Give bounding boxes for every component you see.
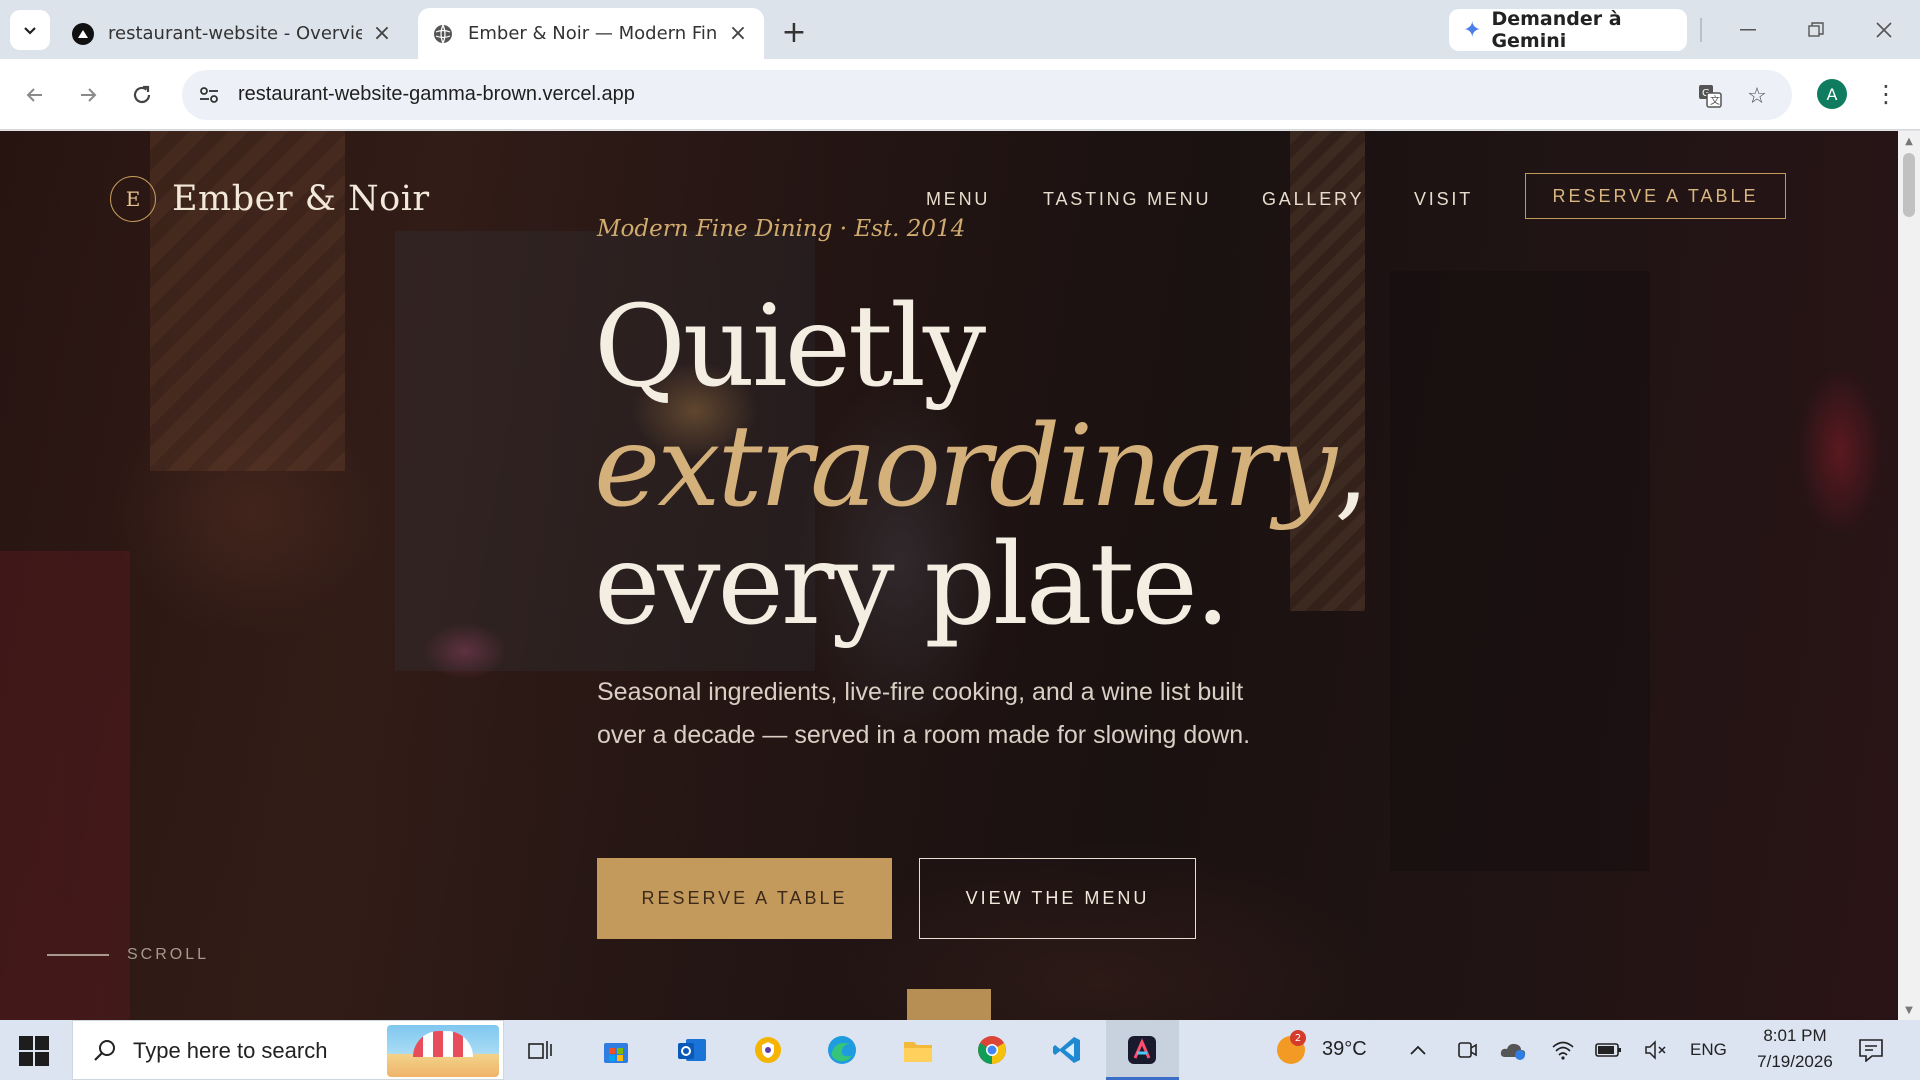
clock-date[interactable]: 7/19/2026 — [1745, 1052, 1845, 1072]
gemini-sparkle-icon: ✦ — [1463, 17, 1482, 43]
divider — [1700, 18, 1702, 42]
tab-search-button[interactable] — [10, 10, 50, 50]
globe-icon — [432, 23, 454, 45]
file-explorer-icon[interactable] — [898, 1030, 938, 1070]
brand-monogram: E — [110, 176, 156, 222]
page-scrollbar[interactable]: ▲ ▼ — [1898, 131, 1920, 1020]
reload-icon[interactable] — [122, 75, 162, 115]
microsoft-store-icon[interactable] — [596, 1030, 636, 1070]
nav-link-visit[interactable]: VISIT — [1414, 189, 1473, 210]
scroll-label: SCROLL — [127, 946, 210, 963]
nav-reserve-button[interactable]: RESERVE A TABLE — [1525, 173, 1786, 219]
beach-umbrella-illustration — [387, 1025, 499, 1077]
windows-start-icon[interactable] — [14, 1034, 54, 1068]
back-arrow-icon[interactable] — [15, 75, 55, 115]
nav-link-gallery[interactable]: GALLERY — [1262, 189, 1364, 210]
edge-icon[interactable] — [822, 1030, 862, 1070]
svg-text:文: 文 — [1710, 94, 1720, 107]
restore-icon[interactable] — [1794, 10, 1838, 50]
nav-link-menu[interactable]: MENU — [926, 189, 990, 210]
task-view-icon[interactable] — [520, 1030, 560, 1070]
url-text: restaurant-website-gamma-brown.vercel.ap… — [238, 83, 635, 105]
scroll-indicator: SCROLL — [47, 946, 209, 964]
vercel-icon — [72, 22, 94, 45]
hero-description: Seasonal ingredients, live-fire cooking,… — [597, 678, 1251, 749]
battery-icon[interactable] — [1589, 1030, 1629, 1070]
wifi-icon[interactable] — [1543, 1030, 1583, 1070]
headline-accent-word: extraordinary — [594, 402, 1337, 532]
speaker-muted-icon[interactable] — [1636, 1030, 1676, 1070]
clock-time[interactable]: 8:01 PM — [1755, 1026, 1835, 1046]
brand-name: Ember & Noir — [172, 179, 430, 219]
browser-toolbar: restaurant-website-gamma-brown.vercel.ap… — [0, 59, 1920, 130]
scroll-up-icon[interactable]: ▲ — [1903, 135, 1915, 147]
next-section-peek — [907, 989, 991, 1020]
browser-menu-icon[interactable]: ⋮ — [1872, 77, 1900, 111]
headline-comma: , — [1333, 402, 1370, 532]
tab-ember-noir[interactable]: Ember & Noir — Modern Fine D × — [418, 8, 764, 59]
profile-avatar[interactable]: A — [1817, 79, 1847, 109]
onedrive-icon[interactable] — [1493, 1030, 1533, 1070]
gemini-button[interactable]: ✦ Demander à Gemini — [1449, 8, 1687, 52]
translate-icon[interactable]: G文 — [1696, 82, 1724, 110]
minimize-icon[interactable] — [1726, 10, 1770, 50]
headline-line-3: every plate. — [594, 520, 1230, 650]
chevron-up-icon[interactable] — [1398, 1030, 1438, 1070]
search-placeholder: Type here to search — [133, 1038, 328, 1063]
close-window-icon[interactable] — [1862, 10, 1906, 50]
site-settings-icon[interactable] — [196, 82, 222, 108]
search-icon — [91, 1036, 119, 1064]
forward-arrow-icon[interactable] — [68, 75, 108, 115]
tab-title: restaurant-website - Overview - — [108, 23, 362, 44]
weather-temperature[interactable]: 39°C — [1322, 1038, 1367, 1061]
scrollbar-thumb[interactable] — [1903, 153, 1915, 217]
nav-link-tasting-menu[interactable]: TASTING MENU — [1043, 189, 1211, 210]
scroll-down-icon[interactable]: ▼ — [1903, 1004, 1915, 1016]
hero-section: E Ember & Noir MENU TASTING MENU GALLERY… — [0, 131, 1898, 1020]
gemini-label: Demander à Gemini — [1491, 8, 1622, 52]
arc-browser-icon[interactable] — [1122, 1030, 1162, 1070]
language-indicator[interactable]: ENG — [1690, 1040, 1727, 1060]
headline-line-1: Quietly — [594, 282, 986, 412]
chrome-icon[interactable] — [972, 1030, 1012, 1070]
windows-taskbar: Type here to search 2 39°C ENG 8:01 PM 7… — [0, 1020, 1920, 1080]
outlook-icon[interactable] — [672, 1030, 712, 1070]
bookmark-star-icon[interactable]: ☆ — [1743, 82, 1771, 110]
close-tab-icon[interactable]: × — [726, 21, 750, 46]
scroll-line — [47, 954, 109, 956]
vpn-shield-icon[interactable] — [748, 1030, 788, 1070]
tab-title: Ember & Noir — Modern Fine D — [468, 23, 718, 44]
taskbar-search[interactable]: Type here to search — [72, 1020, 504, 1080]
address-bar[interactable]: restaurant-website-gamma-brown.vercel.ap… — [182, 70, 1792, 120]
reserve-table-button[interactable]: RESERVE A TABLE — [597, 858, 892, 939]
vscode-icon[interactable] — [1047, 1030, 1087, 1070]
chevron-down-icon — [24, 27, 36, 35]
view-menu-button[interactable]: VIEW THE MENU — [919, 858, 1196, 939]
tab-overview[interactable]: restaurant-website - Overview - × — [58, 8, 408, 59]
brand-logo[interactable]: E Ember & Noir — [110, 176, 430, 222]
close-tab-icon[interactable]: × — [370, 21, 394, 46]
browser-tabstrip: restaurant-website - Overview - × Ember … — [0, 0, 1920, 59]
meet-now-icon[interactable] — [1447, 1030, 1487, 1070]
hero-eyebrow: Modern Fine Dining · Est. 2014 — [597, 216, 966, 242]
new-tab-button[interactable]: + — [776, 14, 812, 50]
headline-line-2: extraordinary, — [594, 411, 1370, 523]
notification-center-icon[interactable] — [1855, 1034, 1887, 1066]
weather-badge: 2 — [1290, 1030, 1306, 1046]
